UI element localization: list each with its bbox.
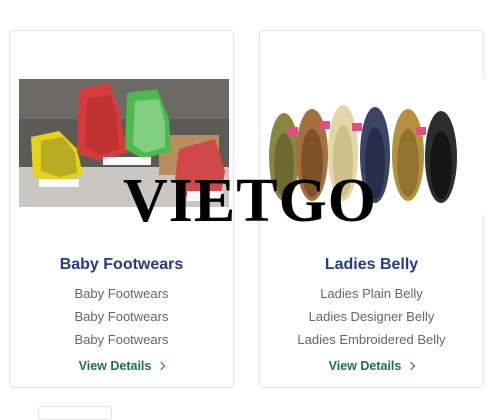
card-title[interactable]: Baby Footwears xyxy=(10,256,233,274)
card-title[interactable]: Ladies Belly xyxy=(260,256,483,274)
next-card-edge xyxy=(38,406,112,420)
card-item[interactable]: Ladies Embroidered Belly xyxy=(260,332,483,347)
view-details-label: View Details xyxy=(328,359,402,373)
card-item[interactable]: Ladies Plain Belly xyxy=(260,286,483,301)
card-item[interactable]: Baby Footwears xyxy=(10,286,233,301)
chevron-right-icon xyxy=(157,361,166,371)
watermark-logo: VIETGO xyxy=(122,167,378,235)
view-details-link[interactable]: View Details xyxy=(10,359,233,373)
chevron-right-icon xyxy=(407,361,416,371)
view-details-link[interactable]: View Details xyxy=(260,359,483,373)
card-item[interactable]: Baby Footwears xyxy=(10,309,233,324)
card-item[interactable]: Baby Footwears xyxy=(10,332,233,347)
view-details-label: View Details xyxy=(78,359,152,373)
card-item[interactable]: Ladies Designer Belly xyxy=(260,309,483,324)
